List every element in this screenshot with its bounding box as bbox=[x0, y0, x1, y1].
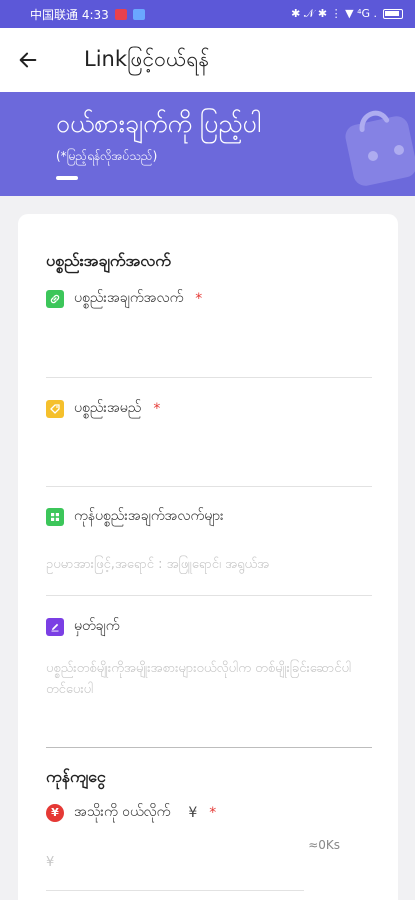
shopping-bag-icon bbox=[345, 110, 415, 186]
status-bar: 中国联通 4:33 ✱ 𝒩 ✱ ⋮ ▼ ⁴G . bbox=[0, 0, 415, 28]
field-label-text: ကုန်ပစ္စည်းအချက်အလက်များ bbox=[74, 508, 224, 524]
banner-page-indicator bbox=[56, 176, 78, 180]
converted-price-hint: ≈0Ks bbox=[308, 838, 340, 852]
product-name-label: ပစ္စည်းအမည် * bbox=[46, 398, 160, 419]
order-form-card: ပစ္စည်းအချက်အလက် ပစ္စည်းအချက်အလက် * ပစ္စ… bbox=[18, 214, 398, 900]
product-link-label: ပစ္စည်းအချက်အလက် * bbox=[46, 288, 202, 309]
field-label-text: ပစ္စည်းအချက်အလက် bbox=[74, 290, 184, 306]
note-input[interactable]: ပစ္စည်းတစ်မျိုးကိုအမျိုးအစားများဝယ်လိုပါ… bbox=[46, 658, 362, 700]
grid-icon bbox=[46, 507, 64, 526]
divider bbox=[46, 377, 372, 378]
price-label: ¥ အသိုးကို ဝယ်လိုက် ¥ * bbox=[46, 802, 216, 823]
yen-icon: ¥ bbox=[46, 803, 64, 822]
arrow-left-icon bbox=[19, 52, 37, 68]
app-bar: Linkဖြင့်ဝယ်ရန် bbox=[0, 28, 415, 92]
banner: ဝယ်စားချက်ကို ပြည့်ပါ (*မြည့်ရန်လိုအပ်သည… bbox=[0, 92, 415, 196]
battery-icon bbox=[383, 9, 403, 19]
product-link-input[interactable] bbox=[46, 324, 372, 372]
divider bbox=[46, 595, 372, 596]
app-notification-icon bbox=[132, 8, 145, 20]
field-label-text: အသိုးကို ဝယ်လိုက် bbox=[74, 804, 171, 820]
price-input[interactable]: ¥ bbox=[46, 852, 296, 873]
banner-title: ဝယ်စားချက်ကို ပြည့်ပါ bbox=[56, 109, 262, 138]
link-icon bbox=[46, 289, 64, 308]
back-button[interactable] bbox=[0, 28, 56, 92]
section-divider bbox=[46, 747, 372, 748]
field-label-text: မှတ်ချက် bbox=[74, 618, 120, 634]
status-bar-left: 中国联通 4:33 bbox=[30, 6, 145, 23]
required-mark: * bbox=[209, 804, 217, 821]
status-bar-right: ✱ 𝒩 ✱ ⋮ ▼ ⁴G . bbox=[291, 7, 403, 21]
required-mark: * bbox=[195, 290, 203, 307]
field-label-text: ပစ္စည်းအမည် bbox=[74, 400, 142, 416]
notification-icon bbox=[114, 8, 127, 20]
product-info-heading: ပစ္စည်းအချက်အလက် bbox=[46, 251, 171, 270]
tag-icon bbox=[46, 399, 64, 418]
edit-icon bbox=[46, 617, 64, 636]
note-label: မှတ်ချက် bbox=[46, 616, 119, 637]
product-name-input[interactable] bbox=[46, 434, 372, 482]
banner-subtitle: (*မြည့်ရန်လိုအပ်သည်) bbox=[56, 149, 158, 163]
currency-symbol: ¥ bbox=[188, 804, 198, 821]
product-specs-label: ကုန်ပစ္စည်းအချက်အလက်များ bbox=[46, 506, 224, 527]
status-indicators: ✱ 𝒩 ✱ ⋮ ▼ ⁴G . bbox=[291, 7, 377, 20]
carrier-time: 中国联通 4:33 bbox=[30, 7, 109, 22]
price-heading: ကုန်ကျငွေ bbox=[46, 767, 106, 786]
product-specs-input[interactable]: ဥပမာအားဖြင့်,အရောင် : အဖြူရောင်၊ အရွယ်အ bbox=[46, 554, 372, 575]
required-mark: * bbox=[153, 400, 161, 417]
divider bbox=[46, 890, 304, 891]
divider bbox=[46, 486, 372, 487]
page-title: Linkဖြင့်ဝယ်ရန် bbox=[84, 47, 210, 71]
